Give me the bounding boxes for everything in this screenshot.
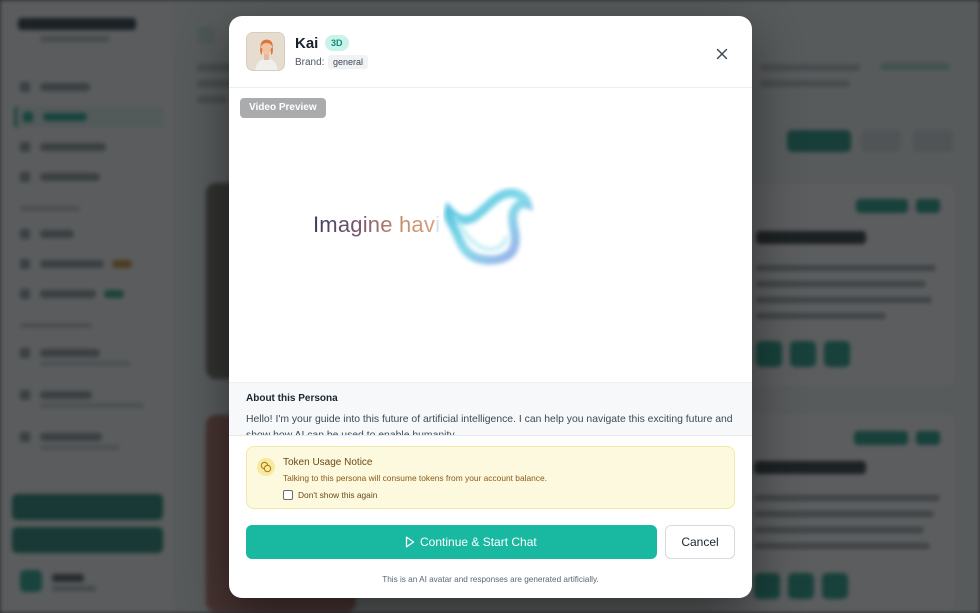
persona-avatar bbox=[246, 32, 285, 71]
video-caption-main: Imagine hav bbox=[313, 212, 436, 237]
close-button[interactable] bbox=[710, 42, 734, 66]
video-blob-visual bbox=[444, 188, 534, 265]
video-preview[interactable]: Video Preview Imagine havi bbox=[229, 88, 752, 382]
about-text: Hello! I'm your guide into this future o… bbox=[246, 414, 733, 436]
notice-text: Talking to this persona will consume tok… bbox=[283, 473, 547, 483]
dont-show-again-checkbox[interactable] bbox=[283, 490, 293, 500]
play-icon bbox=[405, 536, 415, 548]
about-title: About this Persona bbox=[246, 393, 338, 404]
cancel-button[interactable]: Cancel bbox=[665, 525, 735, 559]
continue-start-chat-button[interactable]: Continue & Start Chat bbox=[246, 525, 657, 559]
video-caption-faded: i bbox=[435, 212, 441, 237]
ai-disclaimer: This is an AI avatar and responses are g… bbox=[382, 575, 599, 584]
brand-chip: general bbox=[328, 55, 369, 69]
dont-show-again-label[interactable]: Don't show this again bbox=[298, 490, 377, 500]
modal-header: Kai 3D Brand: general bbox=[229, 16, 752, 88]
video-caption: Imagine havi bbox=[313, 212, 440, 238]
persona-name: Kai bbox=[295, 35, 319, 52]
token-usage-notice: Token Usage Notice Talking to this perso… bbox=[246, 446, 735, 509]
video-preview-chip: Video Preview bbox=[240, 98, 326, 118]
persona-type-badge: 3D bbox=[325, 35, 349, 51]
brand-label: Brand: bbox=[295, 57, 325, 68]
about-section: About this Persona Hello! I'm your guide… bbox=[229, 382, 752, 436]
notice-title: Token Usage Notice bbox=[283, 457, 373, 468]
continue-button-label: Continue & Start Chat bbox=[420, 535, 537, 549]
close-icon bbox=[716, 48, 728, 60]
persona-preview-modal: Kai 3D Brand: general Video Preview Imag… bbox=[229, 16, 752, 598]
coins-icon bbox=[257, 458, 275, 476]
